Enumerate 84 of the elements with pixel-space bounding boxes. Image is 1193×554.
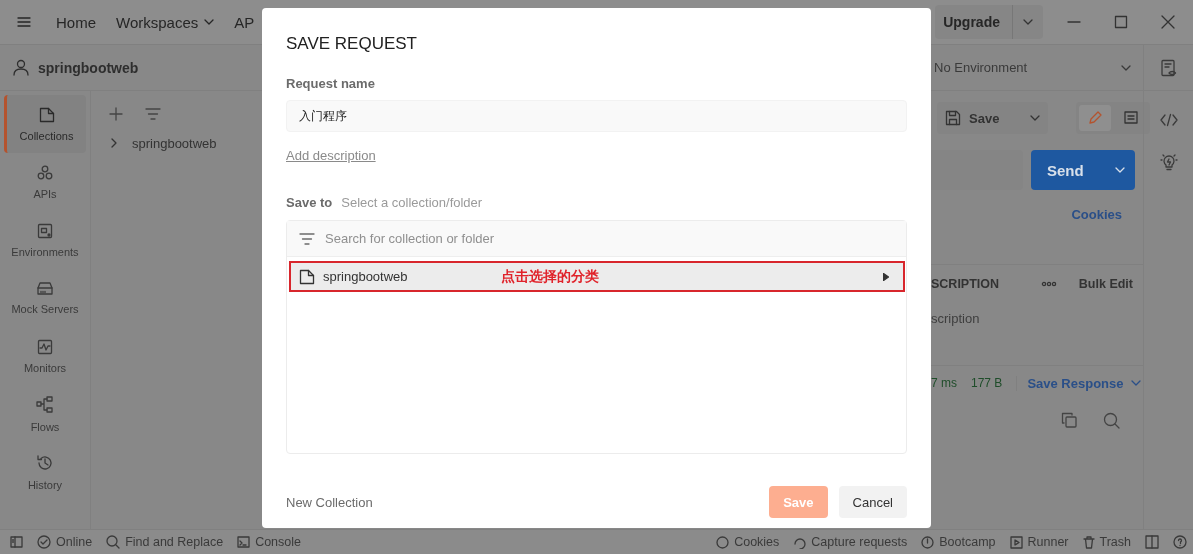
new-collection-link[interactable]: New Collection	[286, 494, 373, 510]
search-icon[interactable]	[1103, 412, 1120, 429]
status-bar-item[interactable]: Capture requests	[793, 535, 908, 549]
upgrade-split-button[interactable]: Upgrade	[935, 5, 1043, 39]
chevron-down-icon	[1131, 380, 1142, 386]
save-response-button[interactable]: Save Response	[1016, 375, 1142, 391]
server-icon	[36, 281, 54, 296]
send-button[interactable]: Send	[1031, 150, 1135, 190]
close-icon[interactable]	[1161, 15, 1175, 29]
history-icon	[36, 453, 54, 472]
status-bar-item[interactable]: Find and Replace	[106, 535, 224, 549]
circles-icon	[37, 164, 53, 181]
sidebar-item[interactable]: APIs	[4, 153, 86, 211]
collection-row[interactable]: springbootweb 点击选择的分类	[289, 261, 905, 292]
add-description-link[interactable]: Add description	[286, 148, 376, 163]
sidebar-item[interactable]: Mock Servers	[4, 269, 86, 327]
chevron-down-icon	[1030, 115, 1041, 121]
sidebar-item[interactable]: Collections	[4, 95, 86, 153]
copy-icon[interactable]	[1061, 412, 1077, 428]
pencil-icon	[1087, 110, 1104, 126]
folder-page-icon	[299, 268, 315, 285]
status-bar-item[interactable]: Bootcamp	[921, 535, 996, 549]
maximize-icon[interactable]	[1114, 15, 1128, 29]
lightbulb-icon[interactable]	[1159, 153, 1178, 171]
request-name-field[interactable]: 入门程序	[286, 100, 907, 132]
cancel-button[interactable]: Cancel	[838, 486, 907, 518]
chevron-down-icon	[1023, 19, 1033, 25]
two-pane-icon[interactable]	[10, 536, 23, 548]
chevron-down-icon	[1115, 167, 1125, 173]
collection-name: springbootweb	[323, 269, 409, 284]
comment-icon	[1123, 110, 1140, 126]
field-label: Request name	[286, 76, 376, 91]
collection-tree-item[interactable]: springbootweb	[132, 135, 217, 151]
nav-menu-item[interactable]: Home	[56, 13, 96, 31]
status-bar-item[interactable]: Console	[237, 535, 301, 549]
sidebar-item[interactable]: Monitors	[4, 327, 86, 385]
column-header: SCRIPTION	[931, 277, 1000, 291]
save-button[interactable]: Save	[937, 102, 1049, 134]
cookies-link[interactable]: Cookies	[1071, 207, 1122, 222]
user-icon	[13, 59, 29, 76]
bulk-edit-link[interactable]: Bulk Edit	[1078, 277, 1133, 291]
response-time: 7 ms	[931, 376, 957, 390]
menu-icon[interactable]	[17, 16, 31, 28]
status-bar-item[interactable]: Runner	[1009, 535, 1069, 549]
terminal-icon	[237, 536, 251, 548]
field-label: Save to	[286, 195, 333, 210]
floppy-disk-icon	[945, 110, 961, 126]
check-circle-icon	[37, 535, 51, 549]
play-box-icon	[1009, 535, 1023, 549]
collection-search-bar[interactable]: Search for collection or folder	[287, 221, 906, 257]
upgrade-button[interactable]: Upgrade	[935, 5, 1013, 39]
nav-menu-item[interactable]: Workspaces	[116, 13, 215, 31]
sort-filter-icon[interactable]	[145, 108, 161, 120]
annotation-text: 点击选择的分类	[501, 267, 599, 286]
pulse-icon	[37, 338, 53, 355]
sidebar-item[interactable]: Environments	[4, 211, 86, 269]
flow-diagram-icon	[36, 395, 54, 414]
folder-page-icon	[38, 106, 55, 123]
nav-menu-item[interactable]: AP	[234, 13, 255, 31]
response-size: 177 B	[971, 376, 1003, 390]
help-icon[interactable]	[1173, 535, 1187, 549]
screen-icon	[37, 222, 53, 239]
description-field[interactable]: scription	[931, 310, 980, 326]
filter-icon[interactable]	[299, 232, 315, 245]
sidebar-item[interactable]: Flows	[4, 385, 86, 443]
status-bar-item[interactable]: Trash	[1082, 535, 1131, 549]
play-arrow-icon[interactable]	[883, 272, 889, 281]
more-options-icon[interactable]	[1040, 281, 1057, 287]
environment-eye-icon[interactable]	[1159, 58, 1178, 77]
chevron-right-icon[interactable]	[111, 138, 117, 148]
status-bar-item[interactable]: Cookies	[716, 535, 780, 549]
save-to-hint: Select a collection/folder	[341, 195, 483, 210]
plus-icon[interactable]	[109, 107, 123, 121]
two-column-icon[interactable]	[1145, 535, 1159, 549]
search-icon	[106, 535, 121, 549]
sidebar-item[interactable]: History	[4, 443, 86, 501]
code-icon[interactable]	[1159, 113, 1178, 127]
collection-search-field[interactable]: Search for collection or folder	[323, 230, 894, 247]
chevron-down-icon	[204, 19, 215, 25]
workspace-name[interactable]: springbootweb	[38, 59, 139, 76]
status-bar-item[interactable]: Online	[37, 535, 93, 549]
trash-icon	[1082, 535, 1095, 549]
dialog-title: SAVE REQUEST	[286, 34, 418, 54]
chevron-down-icon	[1121, 64, 1131, 71]
